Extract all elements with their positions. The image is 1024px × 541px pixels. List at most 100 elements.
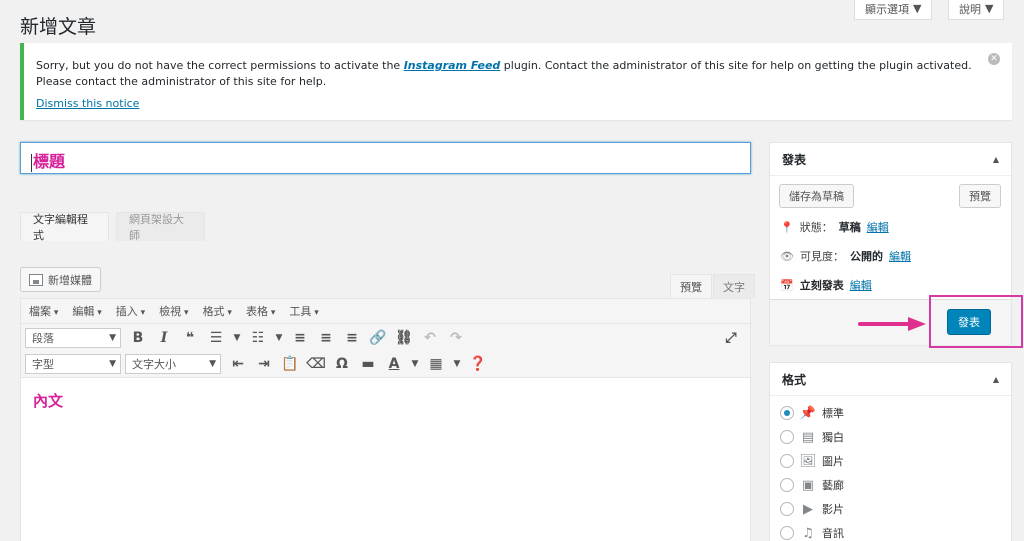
numbered-list-icon[interactable]: ☷ xyxy=(245,327,271,349)
format-label: 圖片 xyxy=(822,455,844,468)
undo-icon[interactable]: ↶ xyxy=(417,327,443,349)
schedule-value: 立刻發表 xyxy=(799,279,844,292)
paste-text-icon[interactable]: 📋 xyxy=(277,353,303,375)
indent-icon[interactable]: ⇥ xyxy=(251,353,277,375)
chevron-down-icon: ▼ xyxy=(109,332,116,343)
permission-notice: Sorry, but you do not have the correct p… xyxy=(20,43,1012,120)
help-button[interactable]: 說明 ▼ xyxy=(948,0,1005,20)
preview-button[interactable]: 預覽 xyxy=(959,184,1001,208)
image-icon: 🖼 xyxy=(799,453,817,469)
collapse-icon[interactable]: ▲ xyxy=(993,155,999,164)
format-label: 藝廊 xyxy=(822,479,844,492)
table-icon[interactable]: ▦ xyxy=(423,353,449,375)
format-option-video[interactable]: ▶ 影片 xyxy=(780,501,844,517)
help-icon[interactable]: ❓ xyxy=(465,353,491,375)
plugin-link[interactable]: Instagram Feed xyxy=(404,59,501,72)
menu-format[interactable]: 格式 xyxy=(203,303,232,319)
eye-icon: 👁 xyxy=(780,249,794,263)
format-option-standard[interactable]: 📌 標準 xyxy=(780,405,844,421)
notice-text: plugin. Contact the administrator of thi… xyxy=(500,59,972,72)
tab-text[interactable]: 文字 xyxy=(713,274,755,298)
tab-text-editor[interactable]: 文字編輯程式 xyxy=(20,212,109,242)
format-box-title: 格式 xyxy=(782,372,807,387)
italic-icon[interactable]: I xyxy=(151,327,177,349)
menu-tools[interactable]: 工具 xyxy=(289,303,318,319)
status-label: 狀態： xyxy=(799,221,833,234)
align-left-icon[interactable]: ≡ xyxy=(287,327,313,349)
menu-edit[interactable]: 編輯 xyxy=(72,303,101,319)
menu-view[interactable]: 檢視 xyxy=(159,303,188,319)
format-label: 音訊 xyxy=(822,527,844,540)
font-family-select[interactable]: 字型 ▼ xyxy=(25,354,121,374)
caret-down-icon: ▼ xyxy=(913,2,922,15)
bold-icon[interactable]: B xyxy=(125,327,151,349)
format-option-image[interactable]: 🖼 圖片 xyxy=(780,453,844,469)
content-editor: 檔案 編輯 插入 檢視 格式 表格 工具 段落 ▼ B I ❝ ☰ ▼ ☷ ▼ ≡… xyxy=(20,298,751,541)
pushpin-icon: 📌 xyxy=(799,405,817,421)
editor-content[interactable]: 內文 xyxy=(21,378,750,423)
format-option-audio[interactable]: ♫ 音訊 xyxy=(780,525,844,541)
format-option-aside[interactable]: ▤ 獨白 xyxy=(780,429,844,445)
text-color-icon[interactable]: A xyxy=(381,353,407,375)
omega-icon[interactable]: Ω xyxy=(329,353,355,375)
format-select[interactable]: 段落 ▼ xyxy=(25,327,121,348)
post-title-input[interactable]: 標題 xyxy=(20,142,751,174)
chevron-down-icon[interactable]: ▼ xyxy=(449,353,465,375)
tab-visual[interactable]: 預覽 xyxy=(670,274,712,298)
save-draft-button[interactable]: 儲存為草稿 xyxy=(779,184,854,208)
status-value: 草稿 xyxy=(838,221,861,234)
chevron-down-icon[interactable]: ▼ xyxy=(407,353,423,375)
toolbar-row-1: 段落 ▼ B I ❝ ☰ ▼ ☷ ▼ ≡ ≡ ≡ 🔗 ⛓ ↶ ↷ ⤢ xyxy=(21,324,750,351)
dismiss-notice-link[interactable]: Dismiss this notice xyxy=(36,96,1000,112)
edit-schedule-link[interactable]: 編輯 xyxy=(850,277,872,293)
edit-status-link[interactable]: 編輯 xyxy=(867,219,889,235)
link-icon[interactable]: 🔗 xyxy=(365,327,391,349)
radio-button[interactable] xyxy=(780,502,794,516)
fullscreen-icon[interactable]: ⤢ xyxy=(718,327,744,349)
bullet-list-icon[interactable]: ☰ xyxy=(203,327,229,349)
menu-insert[interactable]: 插入 xyxy=(116,303,145,319)
redo-icon[interactable]: ↷ xyxy=(443,327,469,349)
align-right-icon[interactable]: ≡ xyxy=(339,327,365,349)
tab-page-builder[interactable]: 網頁架設大師 xyxy=(116,212,205,242)
publish-box-header[interactable]: 發表 ▲ xyxy=(770,143,1011,176)
horizontal-rule-icon[interactable]: ▬ xyxy=(355,353,381,375)
add-media-button[interactable]: 新增媒體 xyxy=(20,267,101,292)
blockquote-icon[interactable]: ❝ xyxy=(177,327,203,349)
calendar-icon: 📅 xyxy=(780,278,794,292)
chevron-down-icon[interactable]: ▼ xyxy=(271,327,287,349)
format-select-value: 段落 xyxy=(32,331,54,345)
screen-options-button[interactable]: 顯示選項 ▼ xyxy=(854,0,933,20)
menu-table[interactable]: 表格 xyxy=(246,303,275,319)
format-box: 格式 ▲ 📌 標準 ▤ 獨白 🖼 圖片 ▣ 藝廊 ▶ 影片 ♫ 音訊 xyxy=(769,362,1012,541)
font-select-value: 字型 xyxy=(32,358,54,371)
dismiss-icon[interactable]: ✕ xyxy=(988,53,1000,65)
radio-button[interactable] xyxy=(780,526,794,540)
align-center-icon[interactable]: ≡ xyxy=(313,327,339,349)
format-option-gallery[interactable]: ▣ 藝廊 xyxy=(780,477,844,493)
format-box-header[interactable]: 格式 ▲ xyxy=(770,363,1011,396)
format-label: 獨白 xyxy=(822,431,844,444)
eraser-icon[interactable]: ⌫ xyxy=(303,353,329,375)
chevron-down-icon[interactable]: ▼ xyxy=(229,327,245,349)
media-icon xyxy=(29,273,43,286)
text-cursor xyxy=(31,153,32,172)
format-label: 影片 xyxy=(822,503,844,516)
collapse-icon[interactable]: ▲ xyxy=(993,375,999,384)
radio-button[interactable] xyxy=(780,430,794,444)
caret-down-icon: ▼ xyxy=(985,2,994,15)
radio-button[interactable] xyxy=(780,454,794,468)
radio-button[interactable] xyxy=(780,478,794,492)
menu-file[interactable]: 檔案 xyxy=(29,303,58,319)
radio-button[interactable] xyxy=(780,406,794,420)
outdent-icon[interactable]: ⇤ xyxy=(225,353,251,375)
edit-visibility-link[interactable]: 編輯 xyxy=(889,248,911,264)
pin-icon: 📍 xyxy=(780,220,794,234)
annotation-arrow-icon xyxy=(858,317,926,331)
unlink-icon[interactable]: ⛓ xyxy=(391,327,417,349)
editor-menubar: 檔案 編輯 插入 檢視 格式 表格 工具 xyxy=(21,299,750,324)
video-icon: ▶ xyxy=(803,501,813,517)
help-label: 說明 xyxy=(959,2,981,16)
visibility-label: 可見度： xyxy=(799,250,844,263)
font-size-select[interactable]: 文字大小 ▼ xyxy=(125,354,221,374)
